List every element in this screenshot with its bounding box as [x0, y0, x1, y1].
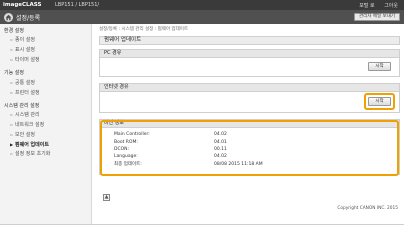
- section-title: 펌웨어 업데이트: [99, 36, 400, 45]
- logout-link[interactable]: 그아웃: [384, 3, 398, 9]
- highlight-frame: [100, 120, 399, 176]
- sidebar-item-common-settings[interactable]: ▫ 공통 설정: [0, 77, 91, 87]
- page-top-icon[interactable]: ▲: [103, 194, 110, 201]
- footer-divider: [0, 224, 404, 225]
- sidebar-item-label: 프린터 설정: [15, 89, 40, 96]
- main-content: 설정/등록 : 시스템 관리 설정 : 펌웨어 업데이트 펌웨어 업데이트 PC…: [99, 26, 400, 176]
- pc-start-button[interactable]: 시작: [368, 62, 391, 71]
- sidebar-item-label: 펌웨어 업데이트: [15, 141, 49, 148]
- brand-logo: imageCLASS: [3, 2, 42, 8]
- sidebar-item-timer-settings[interactable]: ▫ 타이머 설정: [0, 55, 91, 65]
- breadcrumb: 설정/등록 : 시스템 관리 설정 : 펌웨어 업데이트: [99, 27, 189, 32]
- sidebar-item-security-settings[interactable]: ▫ 보안 설정: [0, 129, 91, 139]
- sidebar-item-label: 표시 설정: [15, 47, 35, 54]
- highlight-frame: [364, 93, 395, 110]
- sidebar-item-label: 시스템 관리: [15, 112, 40, 119]
- sidebar-item-firmware-update[interactable]: ▶ 펌웨어 업데이트: [0, 139, 91, 149]
- model-name: LBP151 / LBP151/: [55, 2, 100, 8]
- pc-section-header: PC 경유: [100, 50, 399, 58]
- internet-section-body: 시작: [100, 92, 399, 112]
- top-links: 포털 로 그아웃: [351, 2, 398, 9]
- sidebar: 환경 설정 ▫ 종이 설정 ▫ 표시 설정 ▫ 타이머 설정 기능 설정 ▫ 공통 설정…: [0, 24, 92, 224]
- sidebar-item-display-settings[interactable]: ▫ 표시 설정: [0, 45, 91, 55]
- sidebar-item-label: 설정 정보 초기화: [15, 151, 51, 158]
- sidebar-item-label: 타이머 설정: [15, 56, 40, 63]
- sidebar-item-paper-settings[interactable]: ▫ 종이 설정: [0, 35, 91, 45]
- sidebar-item-printer-settings[interactable]: ▫ 프린터 설정: [0, 87, 91, 97]
- portal-link[interactable]: 포털 로: [359, 3, 374, 9]
- home-icon[interactable]: [4, 12, 13, 22]
- pc-section-body: 시작: [100, 58, 399, 76]
- page-title: 설정/등록: [16, 14, 41, 22]
- mail-admin-button[interactable]: 관리자 메일 보내기: [354, 13, 400, 21]
- version-info-section: 버전 정보 Main Controller: 04.02 Boot ROM: 04.…: [99, 119, 400, 176]
- sidebar-item-network-settings[interactable]: ▫ 네트워크 설정: [0, 120, 91, 130]
- sidebar-item-system-management[interactable]: ▫ 시스템 관리: [0, 110, 91, 120]
- sidebar-heading-preferences[interactable]: 환경 설정: [0, 24, 91, 35]
- sidebar-item-label: 네트워크 설정: [15, 122, 45, 129]
- top-bar: imageCLASS LBP151 / LBP151/ 포털 로 그아웃: [0, 0, 404, 10]
- copyright: Copyright CANON INC. 2015: [337, 206, 398, 211]
- internet-update-section: 인터넷 경유 시작: [99, 83, 400, 113]
- sidebar-heading-system-management[interactable]: 시스템 관리 설정: [0, 97, 91, 110]
- sidebar-item-label: 보안 설정: [15, 131, 35, 138]
- title-bar: 설정/등록 관리자 메일 보내기: [0, 10, 404, 24]
- sidebar-heading-function-settings[interactable]: 기능 설정: [0, 64, 91, 77]
- sidebar-item-initialize-settings[interactable]: ▫ 설정 정보 초기화: [0, 149, 91, 159]
- sidebar-item-label: 공통 설정: [15, 79, 35, 86]
- sidebar-item-label: 종이 설정: [15, 37, 35, 44]
- pc-update-section: PC 경유 시작: [99, 49, 400, 77]
- internet-section-header: 인터넷 경유: [100, 84, 399, 92]
